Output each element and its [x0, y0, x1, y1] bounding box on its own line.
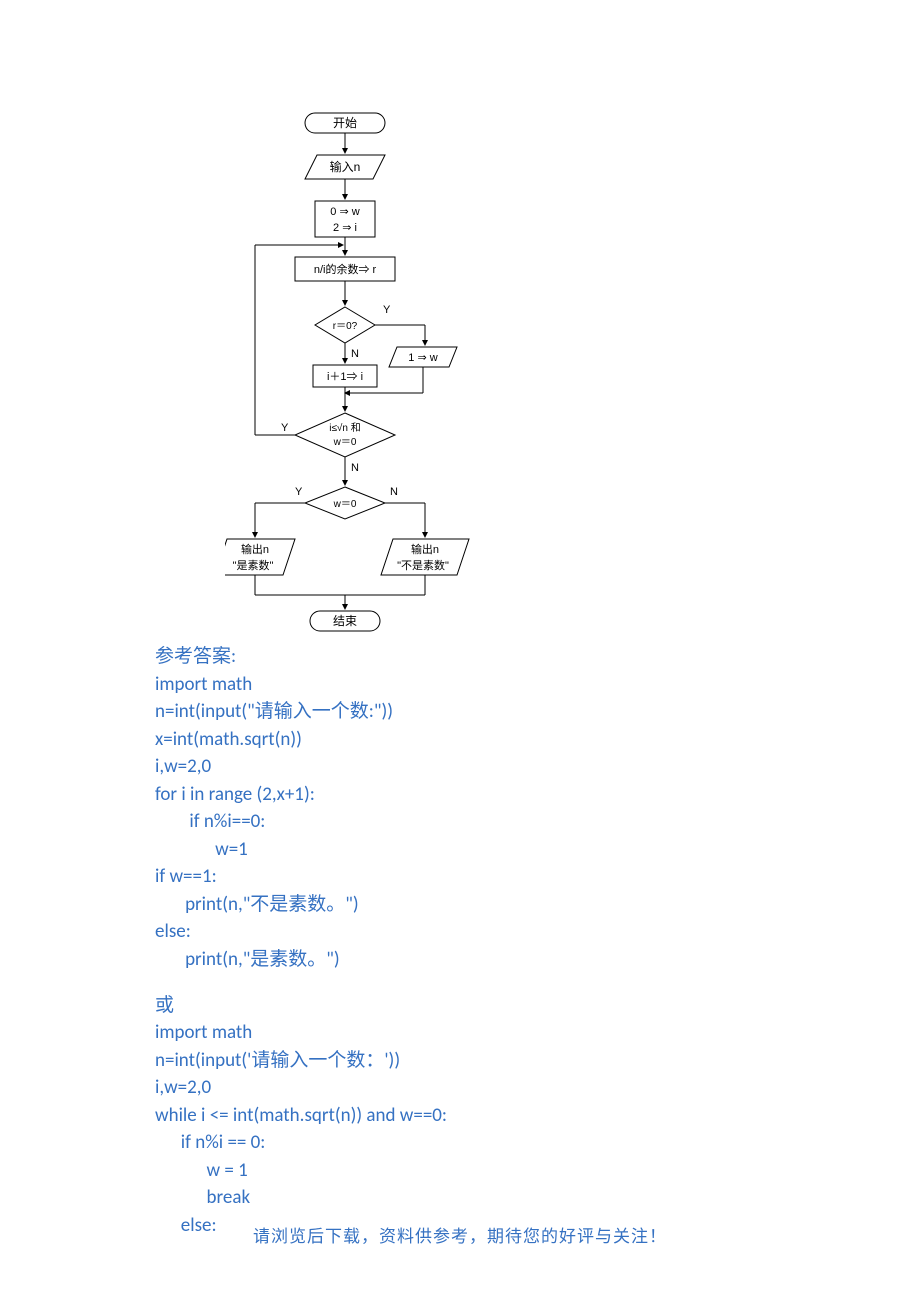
answer-section-2: 或 import math n=int(input('请输入一个数：')) i,…	[155, 992, 765, 1240]
code1-l11: print(n,"是素数。")	[155, 946, 765, 974]
flow-init-w: 0 ⇒ w	[330, 206, 359, 218]
flow-inc-i: i＋1⇒ i	[327, 371, 363, 383]
code2-l4: while i <= int(math.sqrt(n)) and w==0:	[155, 1102, 765, 1130]
code2-l1: import math	[155, 1019, 765, 1047]
code1-l1: import math	[155, 671, 765, 699]
flow-loop-l1: i≤√n 和	[329, 422, 361, 434]
answer-section-1: 参考答案: import math n=int(input("请输入一个数:")…	[155, 643, 765, 974]
code1-l7: w=1	[155, 836, 765, 864]
code1-l3: x=int(math.sqrt(n))	[155, 726, 765, 754]
document-page: 开始 输入n 0 ⇒ w 2 ⇒ i n/i的余数⇒ r r＝0? Y N	[0, 0, 920, 1302]
flow-end: 结束	[333, 614, 357, 628]
code1-l8: if w==1:	[155, 863, 765, 891]
flow-out-prime-l2: "是素数"	[233, 559, 274, 572]
flow-w-no: N	[390, 486, 398, 498]
code1-l2: n=int(input("请输入一个数:"))	[155, 698, 765, 726]
code1-l6: if n%i==0:	[155, 808, 765, 836]
flow-set-w: 1 ⇒ w	[408, 352, 437, 364]
flow-loop-l2: w＝0	[333, 437, 357, 448]
flow-cond-w: w＝0	[333, 499, 357, 510]
flow-loop-no: N	[351, 462, 359, 474]
flowchart-diagram: 开始 输入n 0 ⇒ w 2 ⇒ i n/i的余数⇒ r r＝0? Y N	[225, 105, 485, 635]
flow-out-notprime-l1: 输出n	[411, 542, 439, 556]
flow-start: 开始	[333, 116, 357, 130]
page-footer: 请浏览后下载，资料供参考，期待您的好评与关注！	[0, 1222, 920, 1247]
flowchart-svg: 开始 输入n 0 ⇒ w 2 ⇒ i n/i的余数⇒ r r＝0? Y N	[225, 105, 485, 635]
code1-l9: print(n,"不是素数。")	[155, 891, 765, 919]
flow-loop-yes: Y	[281, 422, 289, 434]
code1-l10: else:	[155, 918, 765, 946]
code1-l4: i,w=2,0	[155, 753, 765, 781]
flow-out-notprime-l2: "不是素数"	[397, 559, 449, 572]
flow-w-yes: Y	[295, 486, 303, 498]
code2-l2: n=int(input('请输入一个数：'))	[155, 1047, 765, 1075]
flow-init-i: 2 ⇒ i	[333, 222, 357, 234]
flow-out-prime-l1: 输出n	[241, 542, 269, 556]
flow-input: 输入n	[330, 159, 361, 174]
code2-l7: break	[155, 1184, 765, 1212]
code1-l5: for i in range (2,x+1):	[155, 781, 765, 809]
code2-l5: if n%i == 0:	[155, 1129, 765, 1157]
or-heading: 或	[155, 992, 765, 1020]
flow-r-no: N	[351, 348, 359, 360]
code2-l3: i,w=2,0	[155, 1074, 765, 1102]
flow-cond-r: r＝0?	[333, 321, 358, 332]
code2-l6: w = 1	[155, 1157, 765, 1185]
flow-remainder: n/i的余数⇒ r	[314, 262, 377, 276]
answer-heading: 参考答案:	[155, 643, 765, 671]
flow-r-yes: Y	[383, 304, 391, 316]
